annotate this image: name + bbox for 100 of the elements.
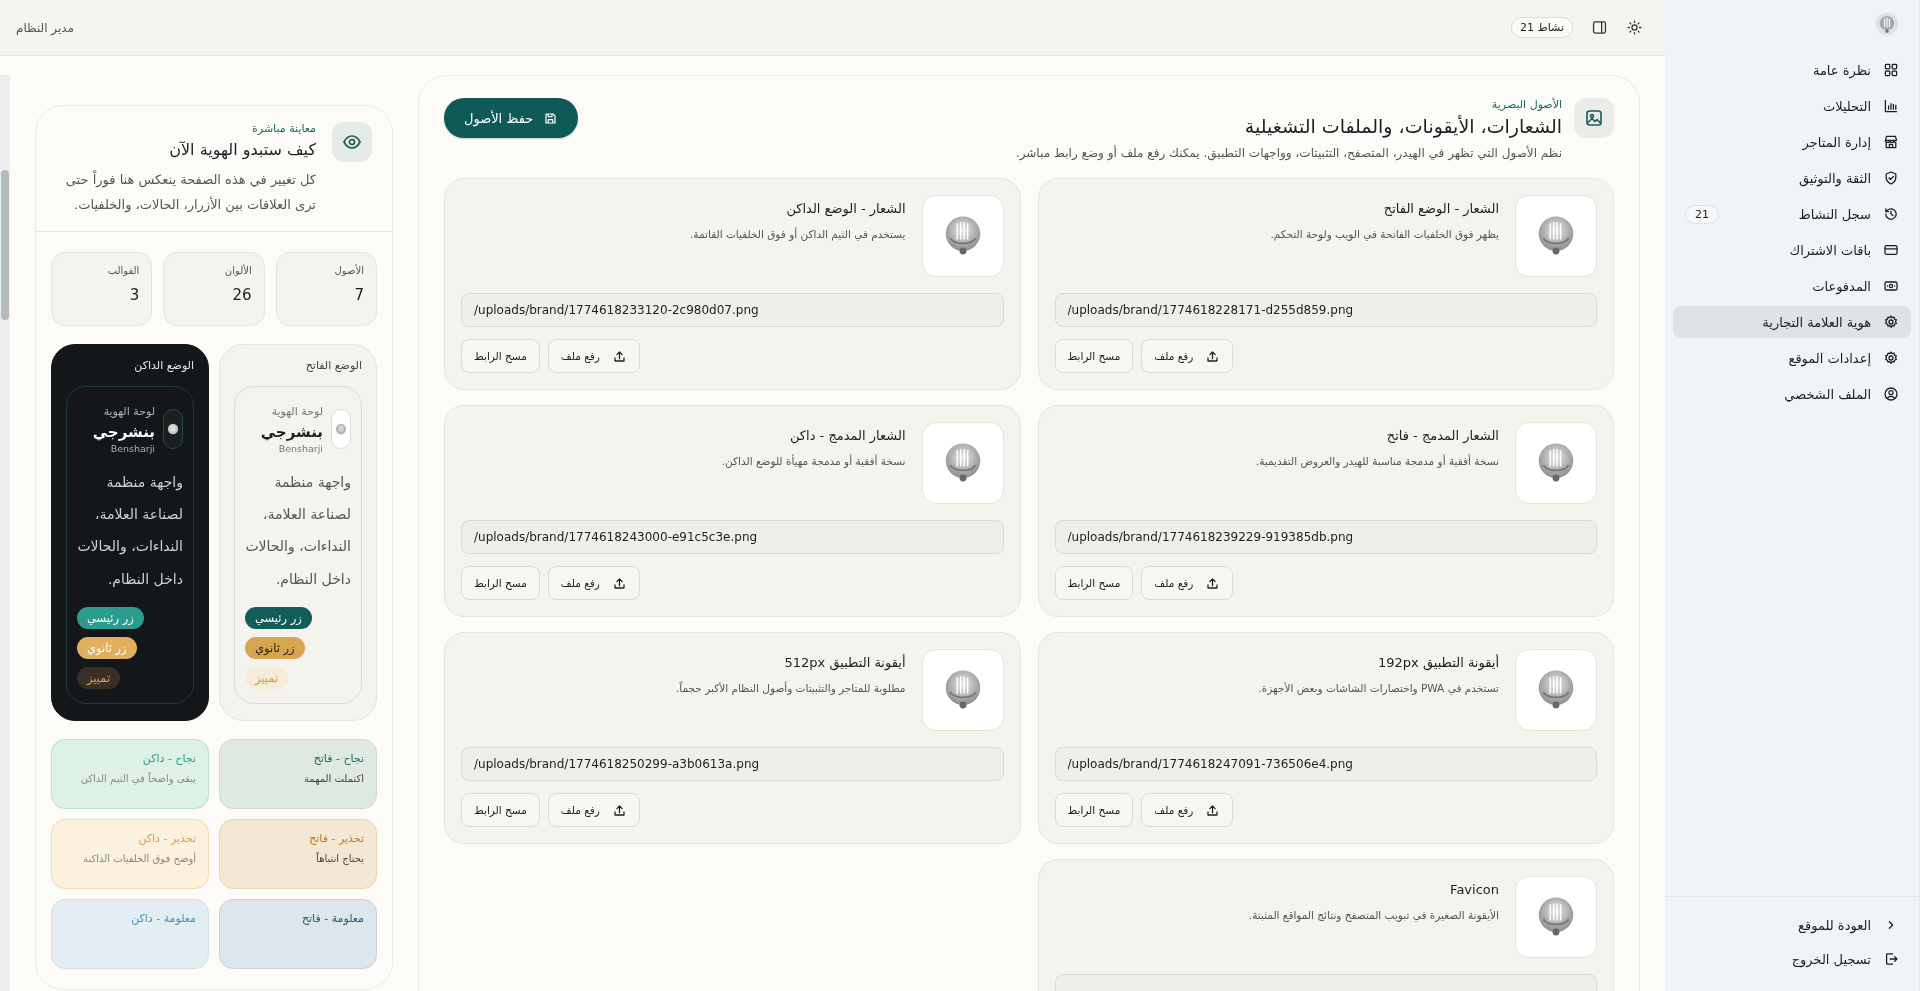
nav-item[interactable]: إعدادات الموقع <box>1673 342 1911 374</box>
image-icon <box>1574 98 1614 138</box>
asset-title: الشعار - الوضع الفاتح <box>1382 201 1499 216</box>
shield-icon <box>1883 170 1899 186</box>
count-badge: 21 <box>1685 204 1719 224</box>
upload-icon <box>1205 802 1221 818</box>
user-icon <box>1883 386 1899 402</box>
upload-icon <box>611 802 627 818</box>
eye-icon <box>332 122 372 162</box>
card-icon <box>1883 242 1899 258</box>
primary-button[interactable]: زر رئيسي <box>245 606 312 629</box>
sidebar-toggle-icon[interactable] <box>1591 19 1608 36</box>
eyebrow: الأصول البصرية <box>1490 98 1562 111</box>
gear-icon <box>1883 350 1899 366</box>
secondary-button[interactable]: زر ثانوي <box>245 636 305 659</box>
nav-item[interactable]: المدفوعات <box>1673 270 1911 302</box>
stat-label: الألوان <box>223 265 252 277</box>
stat-label: الأصول <box>333 265 364 277</box>
nav-item[interactable]: الملف الشخصي <box>1673 378 1911 410</box>
grid-icon <box>1883 62 1899 78</box>
asset-description: تستخدم في PWA واختصارات الشاشات وبعض الأجهزة. <box>1258 682 1499 694</box>
upload-button[interactable]: رفع ملف <box>547 566 640 600</box>
nav-item[interactable]: باقات الاشتراك <box>1673 234 1911 266</box>
status-title: تحذير - فاتح <box>308 831 364 845</box>
mode-label: الوضع الفاتح <box>304 359 362 373</box>
asset-title: الشعار المدمج - فاتح <box>1385 428 1499 443</box>
asset-description: يستخدم في الثيم الداكن أو فوق الخلفيات القاتمة. <box>690 228 906 240</box>
panel-title: الشعارات، الأيقونات، والملفات التشغيلية <box>1244 115 1562 137</box>
panel-description: نظم الأصول التي تظهر في الهيدر، المتصفح، التثبيتات، وواجهات التطبيق. يمكنك رفع ملف أو وضع رابط مباشر. <box>1014 146 1562 160</box>
save-icon <box>543 110 559 126</box>
nav-item[interactable]: هوية العلامة التجارية <box>1673 306 1911 338</box>
clear-link-button[interactable]: مسح الرابط <box>461 339 540 373</box>
stat-value: 7 <box>353 286 364 305</box>
status-text: أوضح فوق الخلفيات الداكنة <box>82 851 196 867</box>
status-title: نجاح - داكن <box>141 751 196 765</box>
asset-title: الشعار المدمج - داكن <box>788 428 906 443</box>
emblem-icon <box>163 408 183 449</box>
asset-title: أيقونة التطبيق 512px <box>783 655 906 670</box>
asset-description: نسخة أفقية أو مدمجة مهيأة للوضع الداكن. <box>721 455 906 467</box>
status-title: معلومة - فاتح <box>300 911 364 925</box>
gear-icon <box>1883 314 1899 330</box>
upload-button[interactable]: رفع ملف <box>547 339 640 373</box>
upload-icon <box>611 348 627 364</box>
history-icon <box>1883 206 1899 222</box>
nav-item[interactable]: الثقة والتوثيق <box>1673 162 1911 194</box>
mode-label: الوضع الداكن <box>133 359 194 373</box>
status-title: نجاح - فاتح <box>312 751 364 765</box>
eyebrow: معاينة مباشرة <box>251 122 316 135</box>
upload-button[interactable]: رفع ملف <box>1141 566 1234 600</box>
preview-title: كيف ستبدو الهوية الآن <box>168 140 316 159</box>
asset-title: الشعار - الوضع الداكن <box>785 201 906 216</box>
scrollbar[interactable] <box>0 75 10 991</box>
asset-description: الأيقونة الصغيرة في تبويب المتصفح ونتائج المواقع المثبتة. <box>1248 909 1499 921</box>
asset-description: مطلوبة للمتاجر والتثبيتات وأصول النظام الأكبر حجماً. <box>675 682 906 694</box>
asset-description: يظهر فوق الخلفيات الفاتحة في الويب ولوحة التحكم. <box>1270 228 1499 240</box>
url-field[interactable]: /uploads/brand/1774618239229-919385db.png <box>1054 520 1597 554</box>
clear-link-button[interactable]: مسح الرابط <box>1054 566 1134 600</box>
upload-button[interactable]: رفع ملف <box>1141 793 1234 827</box>
nav-item[interactable]: تسجيل الخروج <box>1673 943 1911 975</box>
stat-value: 26 <box>231 286 252 305</box>
status-title: معلومة - داكن <box>130 911 196 925</box>
url-field[interactable]: /uploads/brand/1774618233120-2c980d07.png <box>461 293 1004 327</box>
clear-link-button[interactable]: مسح الرابط <box>1054 339 1134 373</box>
status-text: اكتملت المهمة <box>303 771 364 787</box>
preview-description: كل تغيير في هذه الصفحة ينعكس هنا فوراً حتى ترى العلاقات بين الأزرار، الحالات، والخلفيات. <box>64 169 316 215</box>
clear-link-button[interactable]: مسح الرابط <box>1054 793 1134 827</box>
asset-title: أيقونة التطبيق 192px <box>1377 655 1499 670</box>
emblem-icon[interactable] <box>1875 12 1899 36</box>
brand-caption: لوحة الهوية <box>102 404 155 421</box>
clear-link-button[interactable]: مسح الرابط <box>461 566 540 600</box>
emblem-icon <box>331 408 351 449</box>
user-role: مدير النظام <box>16 20 75 35</box>
brand-name: بنشرجي <box>260 422 323 441</box>
status-title: تحذير - داكن <box>137 831 196 845</box>
upload-button[interactable]: رفع ملف <box>1141 339 1234 373</box>
clear-link-button[interactable]: مسح الرابط <box>461 793 540 827</box>
brand-tagline: واجهة منظمة لصناعة العلامة، النداءات، والحالات داخل النظام. <box>245 472 351 589</box>
nav-item[interactable]: التحليلات <box>1673 90 1911 122</box>
store-icon <box>1883 134 1899 150</box>
stat-label: القوالب <box>106 265 140 277</box>
url-field[interactable]: /uploads/brand/1774618250299-a3b0613a.png <box>461 747 1004 781</box>
save-button[interactable]: حفظ الأصول <box>444 98 579 138</box>
nav-item[interactable]: العودة للموقع <box>1673 909 1911 941</box>
url-field[interactable]: /uploads/brand/1774618247091-736506e4.png <box>1054 747 1597 781</box>
activity-badge[interactable]: نشاط 21 <box>1511 17 1573 38</box>
sun-icon[interactable] <box>1626 19 1643 36</box>
brand-name: بنشرجي <box>92 422 155 441</box>
upload-icon <box>1205 575 1221 591</box>
brand-caption: لوحة الهوية <box>270 404 323 421</box>
brand-latin-name: Bensharji <box>277 442 323 454</box>
logout-icon <box>1883 951 1899 967</box>
cash-icon <box>1883 278 1899 294</box>
nav-item[interactable]: إدارة المتاجر <box>1673 126 1911 158</box>
chart-icon <box>1883 98 1899 114</box>
status-text: يحتاج انتباهاً <box>315 851 364 867</box>
accent-button[interactable]: تمييز <box>77 666 121 689</box>
url-field[interactable]: /uploads/brand/1774618228171-d255d859.png <box>1054 293 1597 327</box>
url-field[interactable]: /uploads/brand/1774618243000-e91c5c3e.png <box>461 520 1004 554</box>
upload-button[interactable]: رفع ملف <box>547 793 640 827</box>
nav-item[interactable]: نظرة عامة <box>1673 54 1911 86</box>
